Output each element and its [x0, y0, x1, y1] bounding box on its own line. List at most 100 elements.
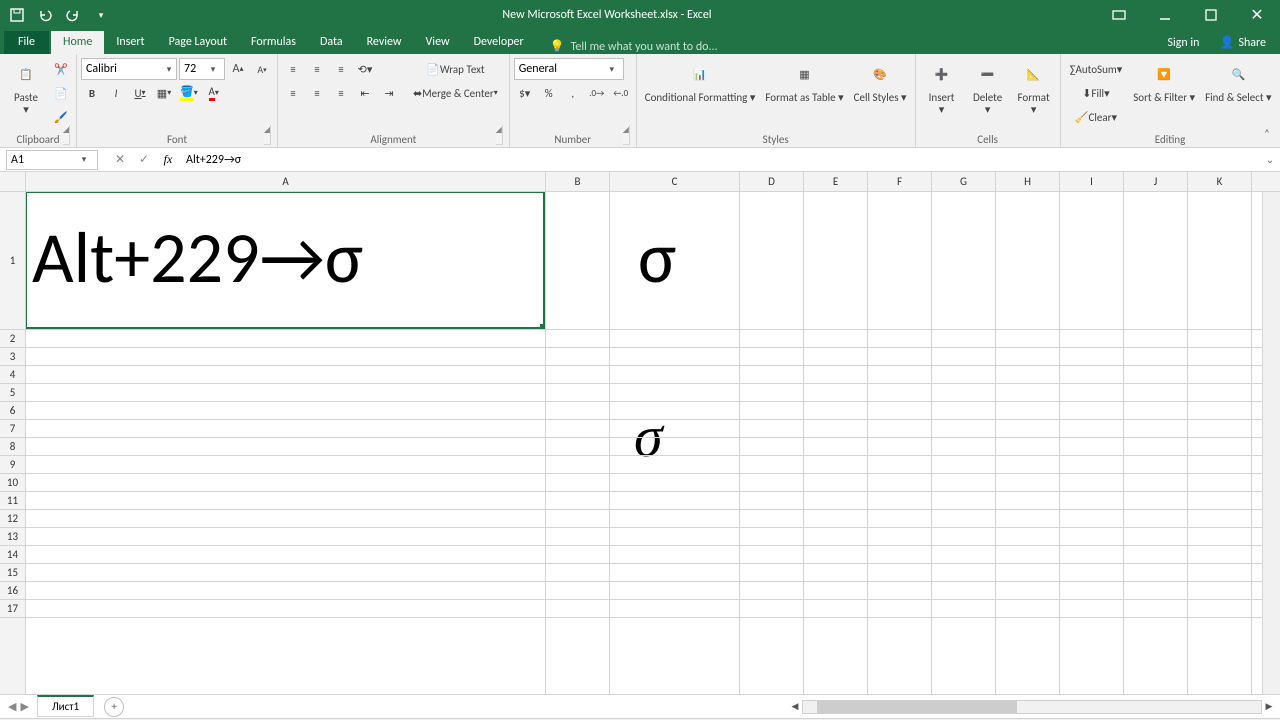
tab-file[interactable]: File [4, 31, 49, 54]
decrease-indent-button[interactable]: ⇤ [354, 82, 376, 104]
scroll-right-icon[interactable]: ▶ [1262, 701, 1276, 712]
col-header-I[interactable]: I [1060, 172, 1124, 191]
row-header-15[interactable]: 15 [0, 564, 25, 582]
col-header-F[interactable]: F [868, 172, 932, 191]
clear-button[interactable]: 🧹 Clear ▾ [1065, 106, 1128, 128]
row-header-1[interactable]: 1 [0, 192, 25, 330]
cell-C1[interactable]: σ [638, 222, 676, 294]
expand-formula-bar-icon[interactable]: ⌄ [1260, 153, 1280, 166]
accounting-format-button[interactable]: $▾ [514, 82, 536, 104]
italic-button[interactable]: I [105, 82, 127, 104]
merge-center-button[interactable]: ⬌ Merge & Center ▾ [406, 82, 505, 104]
formula-input[interactable]: Alt+229→σ [180, 153, 1260, 167]
vertical-scrollbar[interactable] [1262, 192, 1280, 694]
cut-button[interactable]: ✂️ [50, 58, 72, 80]
font-name-input[interactable] [82, 62, 162, 76]
name-box-input[interactable] [7, 153, 77, 167]
find-select-button[interactable]: 🔍Find & Select ▾ [1201, 56, 1276, 106]
dialog-launcher-icon[interactable]: ◢ [496, 125, 503, 145]
scroll-left-icon[interactable]: ◀ [788, 701, 802, 712]
decrease-decimal-button[interactable]: ←.0 [610, 82, 632, 104]
tab-insert[interactable]: Insert [104, 31, 156, 54]
scroll-thumb[interactable] [817, 701, 1017, 713]
undo-icon[interactable] [32, 2, 58, 28]
cell-A1[interactable]: Alt+229→σ [32, 222, 363, 294]
font-color-button[interactable]: A▾ [203, 82, 225, 104]
conditional-formatting-button[interactable]: 📊Conditional Formatting ▾ [641, 56, 760, 106]
row-header-9[interactable]: 9 [0, 456, 25, 474]
row-header-2[interactable]: 2 [0, 330, 25, 348]
col-header-D[interactable]: D [740, 172, 804, 191]
row-header-7[interactable]: 7 [0, 420, 25, 438]
tab-page-layout[interactable]: Page Layout [157, 31, 239, 54]
sign-in-link[interactable]: Sign in [1157, 32, 1209, 54]
collapse-ribbon-icon[interactable]: ˄ [1258, 127, 1276, 145]
cells-area[interactable]: Alt+229→σ σ σ [26, 192, 1262, 694]
qat-customize-icon[interactable]: ▾ [88, 2, 114, 28]
share-button[interactable]: 👤Share [1209, 31, 1276, 54]
font-size-input[interactable] [180, 62, 206, 76]
fill-button[interactable]: ⬇ Fill ▾ [1065, 82, 1128, 104]
format-cells-button[interactable]: 📐Format▾ [1012, 56, 1056, 118]
comma-format-button[interactable]: , [562, 82, 584, 104]
sheet-tab-active[interactable]: Лист1 [37, 695, 94, 717]
row-header-11[interactable]: 11 [0, 492, 25, 510]
dialog-launcher-icon[interactable]: ◢ [623, 125, 630, 145]
row-header-16[interactable]: 16 [0, 582, 25, 600]
col-header-J[interactable]: J [1124, 172, 1188, 191]
add-sheet-button[interactable]: + [104, 697, 124, 717]
borders-button[interactable]: ▦▾ [153, 82, 175, 104]
tab-data[interactable]: Data [308, 31, 355, 54]
align-center-button[interactable]: ≡ [306, 82, 328, 104]
col-header-K[interactable]: K [1188, 172, 1252, 191]
col-header-G[interactable]: G [932, 172, 996, 191]
paste-button[interactable]: 📋 Paste▾ [4, 56, 48, 118]
row-header-8[interactable]: 8 [0, 438, 25, 456]
sort-filter-button[interactable]: 🔽Sort & Filter ▾ [1129, 56, 1199, 106]
chevron-down-icon[interactable]: ▾ [162, 64, 176, 75]
align-bottom-button[interactable]: ≡ [330, 58, 352, 80]
chevron-down-icon[interactable]: ▾ [605, 64, 619, 75]
font-name-selector[interactable]: ▾ [81, 58, 177, 80]
row-header-3[interactable]: 3 [0, 348, 25, 366]
fill-color-button[interactable]: 🪣▾ [177, 82, 201, 104]
align-right-button[interactable]: ≡ [330, 82, 352, 104]
row-header-14[interactable]: 14 [0, 546, 25, 564]
autosum-button[interactable]: ∑ AutoSum ▾ [1065, 58, 1128, 80]
prev-sheet-icon[interactable]: ◀ [8, 700, 16, 713]
copy-button[interactable]: 📄 [50, 82, 72, 104]
col-header-A[interactable]: A [26, 172, 546, 191]
confirm-edit-button[interactable]: ✓ [132, 152, 156, 167]
redo-icon[interactable] [60, 2, 86, 28]
name-box[interactable]: ▾ [6, 150, 98, 170]
row-header-17[interactable]: 17 [0, 600, 25, 618]
format-as-table-button[interactable]: ▦Format as Table ▾ [761, 56, 847, 106]
col-header-C[interactable]: C [610, 172, 740, 191]
save-icon[interactable] [4, 2, 30, 28]
number-format-input[interactable] [515, 62, 605, 76]
wrap-text-button[interactable]: 📄 Wrap Text [406, 58, 505, 80]
dialog-launcher-icon[interactable]: ◢ [63, 125, 70, 145]
row-header-13[interactable]: 13 [0, 528, 25, 546]
insert-cells-button[interactable]: ➕Insert▾ [920, 56, 964, 118]
row-header-6[interactable]: 6 [0, 402, 25, 420]
font-size-selector[interactable]: ▾ [179, 58, 225, 80]
dialog-launcher-icon[interactable]: ◢ [264, 125, 271, 145]
tell-me-search[interactable]: 💡 Tell me what you want to do... [550, 39, 718, 54]
percent-format-button[interactable]: % [538, 82, 560, 104]
row-header-12[interactable]: 12 [0, 510, 25, 528]
row-headers[interactable]: 1234567891011121314151617 [0, 192, 26, 694]
close-icon[interactable]: ✕ [1234, 0, 1280, 30]
increase-decimal-button[interactable]: .0→ [586, 82, 608, 104]
column-headers[interactable]: ABCDEFGHIJK [26, 172, 1262, 192]
select-all-corner[interactable] [0, 172, 26, 192]
next-sheet-icon[interactable]: ▶ [20, 700, 28, 713]
orientation-button[interactable]: ⟲▾ [354, 58, 376, 80]
decrease-font-button[interactable]: A▾ [251, 58, 273, 80]
minimize-icon[interactable] [1142, 0, 1188, 30]
tab-developer[interactable]: Developer [462, 31, 536, 54]
col-header-H[interactable]: H [996, 172, 1060, 191]
chevron-down-icon[interactable]: ▾ [206, 64, 220, 75]
bold-button[interactable]: B [81, 82, 103, 104]
align-left-button[interactable]: ≡ [282, 82, 304, 104]
